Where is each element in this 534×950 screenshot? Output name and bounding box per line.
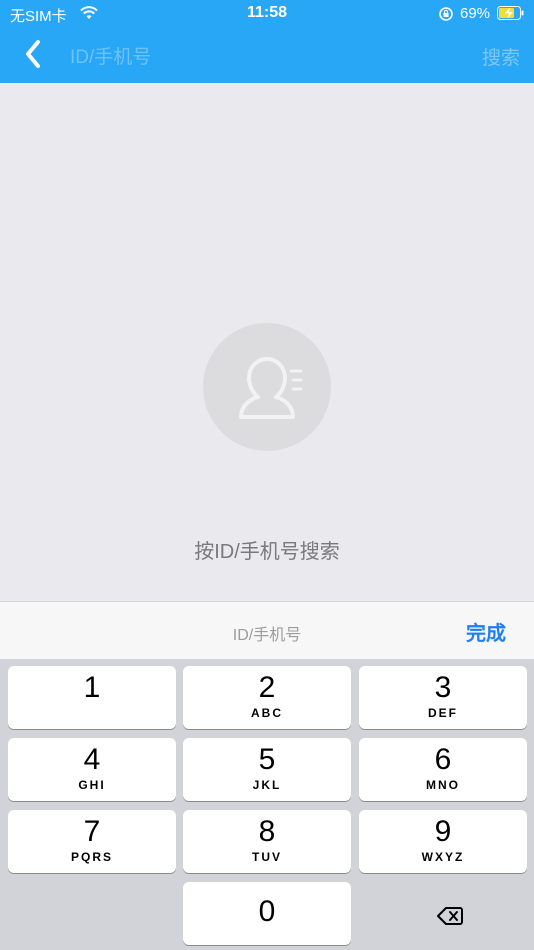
key-0[interactable]: 0: [183, 882, 351, 945]
key-1[interactable]: 1: [8, 666, 176, 729]
done-button[interactable]: 完成: [466, 617, 506, 646]
search-hint-text: 按ID/手机号搜索: [194, 541, 340, 563]
key-number: 5: [258, 743, 276, 776]
delete-backspace-icon: [437, 907, 463, 925]
key-number: 3: [434, 671, 452, 704]
delete-button[interactable]: [359, 885, 527, 948]
key-letters: GHI: [78, 778, 106, 792]
key-9[interactable]: 9 WXYZ: [359, 810, 527, 873]
numeric-keypad: 1 2 ABC 3 DEF 4 GHI 5 JKL 6 MNO 7 PQRS 8…: [0, 659, 534, 950]
key-number: 1: [83, 671, 101, 704]
key-5[interactable]: 5 JKL: [183, 738, 351, 801]
key-number: 8: [258, 815, 276, 848]
battery-percent: 69%: [460, 5, 491, 22]
key-2[interactable]: 2 ABC: [183, 666, 351, 729]
status-bar: 无SIM卡 11:58 69%: [0, 0, 534, 28]
search-button[interactable]: 搜索: [482, 43, 520, 70]
key-4[interactable]: 4 GHI: [8, 738, 176, 801]
key-letters: WXYZ: [421, 850, 465, 864]
key-letters: DEF: [428, 706, 458, 720]
key-letters: JKL: [252, 778, 282, 792]
contact-avatar-icon: [203, 323, 331, 451]
key-7[interactable]: 7 PQRS: [8, 810, 176, 873]
back-button[interactable]: [16, 36, 52, 72]
accessory-placeholder: ID/手机号: [232, 627, 302, 644]
app-header: 无SIM卡 11:58 69% ID/手机号 搜索: [0, 0, 534, 83]
key-number: 2: [258, 671, 276, 704]
key-number: 4: [83, 743, 101, 776]
key-number: 0: [258, 895, 276, 928]
key-letters: TUV: [252, 850, 282, 864]
keyboard-accessory-bar: ID/手机号 完成: [0, 601, 534, 659]
key-number: 7: [83, 815, 101, 848]
key-number: 6: [434, 743, 452, 776]
key-3[interactable]: 3 DEF: [359, 666, 527, 729]
navigation-bar: ID/手机号 搜索: [0, 28, 534, 83]
search-input[interactable]: ID/手机号: [70, 42, 151, 69]
orientation-lock-icon: [438, 6, 454, 26]
key-8[interactable]: 8 TUV: [183, 810, 351, 873]
key-6[interactable]: 6 MNO: [359, 738, 527, 801]
back-chevron-icon: [26, 40, 40, 68]
key-letters: MNO: [426, 778, 460, 792]
key-letters: PQRS: [70, 850, 113, 864]
key-letters: ABC: [251, 706, 283, 720]
key-number: 9: [434, 815, 452, 848]
battery-charging-icon: [497, 6, 525, 24]
empty-state: 按ID/手机号搜索: [0, 83, 534, 601]
